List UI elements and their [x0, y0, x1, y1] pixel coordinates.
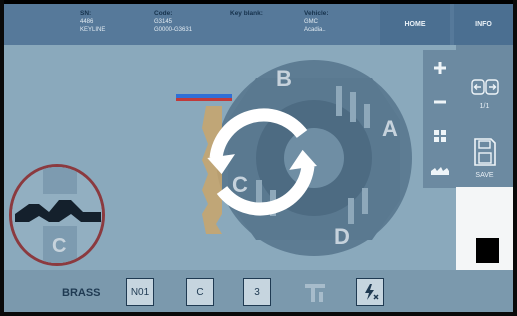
- power-cut-button[interactable]: [356, 278, 384, 306]
- sn-value: 4486: [80, 19, 94, 25]
- screen-bezel-left: [0, 0, 4, 316]
- rotate-icon: [207, 108, 317, 216]
- save-label: SAVE: [475, 172, 494, 179]
- minus-icon: [433, 100, 446, 104]
- grid-button[interactable]: [423, 120, 456, 152]
- caliper-button[interactable]: [301, 278, 329, 306]
- sn-label: SN:: [80, 10, 92, 17]
- home-button[interactable]: HOME: [380, 4, 450, 45]
- zoom-out-button[interactable]: [423, 86, 456, 118]
- vehicle-label: Vehicle:: [304, 10, 329, 17]
- save-button[interactable]: [473, 137, 497, 172]
- arrows-button[interactable]: [471, 79, 499, 100]
- screen-bezel-right: [513, 0, 517, 316]
- code-field: Code: G3145 G0000-G3631: [154, 10, 192, 34]
- screen-bezel-bottom: [0, 312, 517, 316]
- material-label: BRASS: [62, 287, 101, 299]
- magnifier-letter: C: [52, 235, 67, 257]
- key-blank-field: Key blank:: [230, 10, 263, 18]
- screen: SN: 4486 KEYLINE Code: G3145 G0000-G3631…: [0, 0, 517, 316]
- depth-button[interactable]: [423, 154, 456, 186]
- side-letter-d: D: [334, 224, 350, 249]
- cuts-button[interactable]: 3: [243, 278, 271, 306]
- cut-number-button[interactable]: N01: [126, 278, 154, 306]
- key-blank-label: Key blank:: [230, 10, 263, 17]
- info-button[interactable]: INFO: [454, 4, 513, 45]
- page-indicator: 1/1: [479, 103, 490, 110]
- grid-icon: [433, 130, 446, 142]
- vehicle-model: Acadia..: [304, 27, 326, 33]
- power-icon: [365, 284, 379, 300]
- caliper-icon: [305, 284, 325, 302]
- zoom-in-button[interactable]: [423, 52, 456, 84]
- status-indicator: [476, 238, 499, 263]
- info-header: SN: 4486 KEYLINE Code: G3145 G0000-G3631…: [4, 4, 513, 45]
- plus-icon: [433, 62, 446, 74]
- vehicle-field: Vehicle: GMC Acadia..: [304, 10, 329, 34]
- side-letter-a: A: [382, 116, 398, 141]
- depth-icon: [430, 167, 449, 175]
- sn-brand: KEYLINE: [80, 27, 106, 33]
- code-label: Code:: [154, 10, 173, 17]
- vehicle-make: GMC: [304, 19, 318, 25]
- sn-field: SN: 4486 KEYLINE: [80, 10, 105, 34]
- code-range: G0000-G3631: [154, 27, 193, 33]
- side-button[interactable]: C: [186, 278, 214, 306]
- arrows-icon: [471, 79, 499, 95]
- cut-magnifier: C: [9, 164, 105, 266]
- code-value: G3145: [154, 19, 173, 25]
- floppy-disk-icon: [474, 138, 496, 166]
- zoom-controls: [423, 50, 456, 188]
- side-letter-b: B: [276, 66, 292, 91]
